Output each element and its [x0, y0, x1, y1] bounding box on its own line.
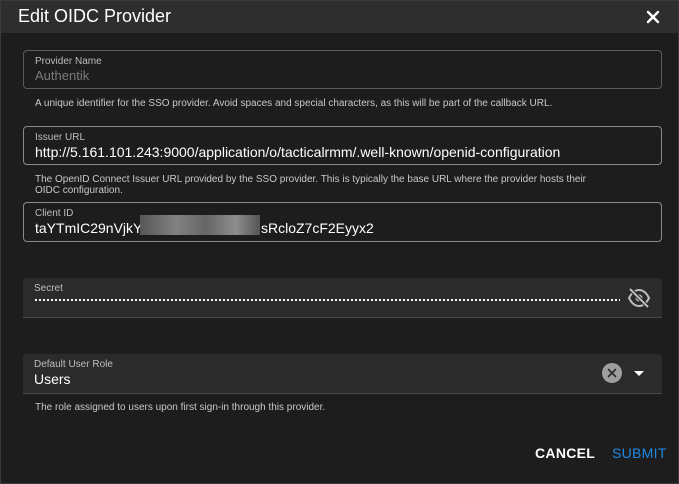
default-role-value: Users: [34, 371, 71, 387]
provider-name-value: Authentik: [35, 68, 90, 83]
clear-icon[interactable]: [602, 363, 622, 383]
clear-x-glyph: [607, 368, 617, 378]
redaction-blur: [140, 215, 260, 235]
secret-field[interactable]: Secret: [23, 278, 662, 318]
client-id-field[interactable]: Client ID taYTmIC29nVjkY sRcloZ7cF2Eyyx2: [23, 202, 662, 242]
issuer-url-hint: The OpenID Connect Issuer URL provided b…: [35, 174, 586, 196]
provider-name-hint: A unique identifier for the SSO provider…: [35, 98, 553, 109]
secret-masked-value: [34, 296, 620, 304]
provider-name-label: Provider Name: [35, 56, 102, 67]
dialog-title-bar: Edit OIDC Provider: [1, 1, 678, 33]
client-id-label: Client ID: [35, 208, 74, 219]
secret-label: Secret: [34, 283, 63, 294]
issuer-url-label: Issuer URL: [35, 132, 86, 143]
close-icon: [646, 10, 660, 24]
client-id-value-end: sRcloZ7cF2Eyyx2: [261, 220, 374, 236]
issuer-url-hint-line2: OIDC configuration.: [35, 185, 123, 196]
issuer-url-hint-line1: The OpenID Connect Issuer URL provided b…: [35, 174, 587, 185]
eye-off-icon[interactable]: [627, 287, 651, 309]
provider-name-field[interactable]: Provider Name Authentik: [23, 50, 662, 89]
client-id-value-start: taYTmIC29nVjkY: [35, 220, 143, 236]
edit-oidc-dialog: Edit OIDC Provider Provider Name Authent…: [0, 0, 679, 484]
submit-button[interactable]: SUBMIT: [612, 445, 667, 461]
default-role-label: Default User Role: [34, 359, 113, 370]
close-button[interactable]: [642, 6, 664, 28]
issuer-url-value: http://5.161.101.243:9000/application/o/…: [35, 144, 561, 160]
dialog-title: Edit OIDC Provider: [18, 6, 172, 26]
default-role-hint: The role assigned to users upon first si…: [35, 402, 326, 413]
default-role-select[interactable]: Default User Role Users: [23, 354, 662, 394]
dropdown-arrow-icon[interactable]: [633, 370, 645, 378]
cancel-button[interactable]: CANCEL: [535, 445, 595, 461]
issuer-url-field[interactable]: Issuer URL http://5.161.101.243:9000/app…: [23, 126, 662, 165]
